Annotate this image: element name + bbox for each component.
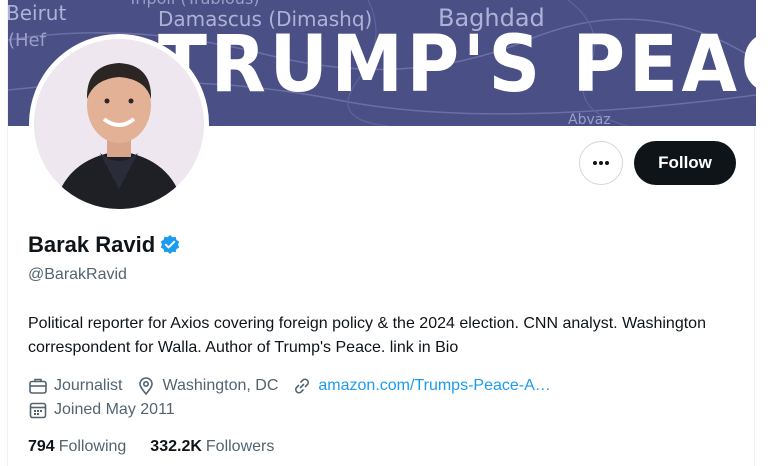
name-row: Barak Ravid — [28, 232, 181, 258]
followers-label: Followers — [205, 438, 275, 455]
banner-map-label: Abvaz — [568, 112, 611, 126]
meta-joined: Joined May 2011 — [28, 400, 175, 420]
category-text: Journalist — [54, 377, 123, 394]
follow-stats: 794 Following 332.2K Followers — [28, 438, 298, 456]
more-options-button[interactable] — [579, 141, 623, 185]
avatar[interactable] — [29, 34, 209, 214]
banner-map-label: (Hef — [8, 30, 47, 51]
briefcase-icon — [29, 378, 47, 394]
banner-map-label: Tripoli (Trablous) — [127, 0, 260, 8]
following-link[interactable]: 794 Following — [28, 438, 126, 456]
followers-count: 332.2K — [150, 438, 202, 455]
profile-bio: Political reporter for Axios covering fo… — [28, 315, 706, 356]
location-text: Washington, DC — [162, 377, 279, 394]
display-name: Barak Ravid — [28, 232, 156, 257]
user-handle: @BarakRavid — [28, 266, 127, 283]
meta-location: Washington, DC — [136, 376, 278, 396]
profile-meta: Journalist Washington, DC amazon.com/Tru… — [28, 375, 565, 397]
ellipsis-icon — [593, 161, 609, 165]
banner-title: TRUMP'S PEACE — [158, 20, 756, 110]
location-pin-icon — [139, 377, 154, 396]
verified-badge-icon[interactable] — [159, 234, 181, 256]
banner-map-label: Beirut — [8, 1, 66, 25]
meta-website[interactable]: amazon.com/Trumps-Peace-A… — [292, 376, 551, 396]
profile-meta-joined: Joined May 2011 — [28, 399, 189, 421]
profile-card: Beirut Damascus (Dimashq) Baghdad Tripol… — [7, 0, 756, 466]
meta-category: Journalist — [28, 376, 122, 396]
avatar-photo — [34, 39, 204, 209]
following-label: Following — [58, 438, 127, 455]
follow-button[interactable]: Follow — [634, 141, 736, 185]
link-icon — [295, 378, 310, 394]
following-count: 794 — [28, 438, 55, 455]
calendar-icon — [29, 402, 47, 419]
website-link[interactable]: amazon.com/Trumps-Peace-A… — [318, 377, 550, 395]
followers-link[interactable]: 332.2K Followers — [150, 438, 274, 456]
joined-text: Joined May 2011 — [54, 401, 175, 418]
